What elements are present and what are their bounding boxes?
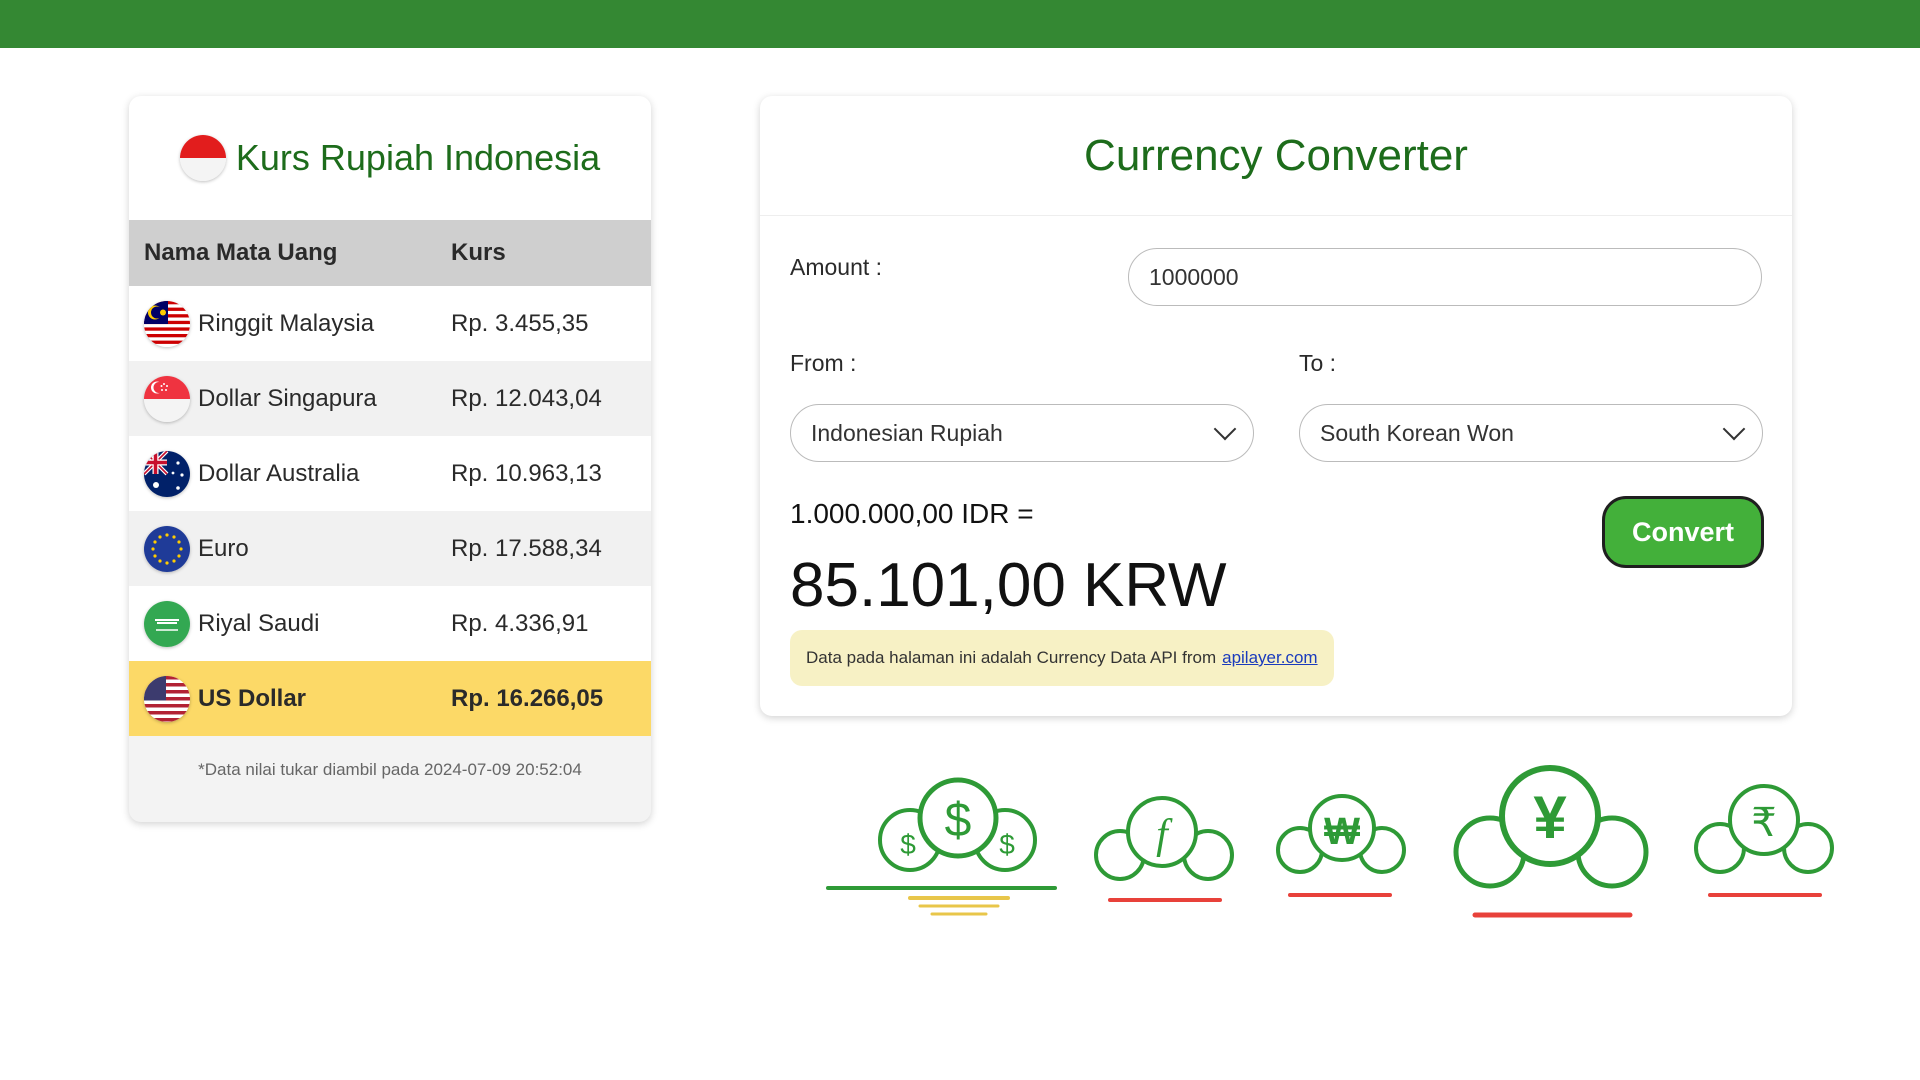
rupee-coins-icon: ₹ [1694,784,1834,897]
currency-coins-illustration: $ $ $ f ₩ ¥ ₹ [826,765,1834,918]
florin-coins-icon: f [1094,796,1234,902]
currency-name: Euro [198,534,249,562]
yen-coins-icon: ¥ [1453,765,1649,918]
apilayer-link[interactable]: apilayer.com [1222,648,1317,668]
svg-text:¥: ¥ [1533,784,1567,851]
table-row: Dollar Australia Rp. 10.963,13 [129,436,651,511]
amount-label: Amount : [790,254,883,280]
saudi-flag-icon [144,600,190,647]
exchange-rates-card: Kurs Rupiah Indonesia Nama Mata Uang Kur… [129,96,651,822]
svg-text:$: $ [999,829,1015,860]
api-note-text: Data pada halaman ini adalah Currency Da… [806,648,1217,667]
conversion-source-amount: 1.000.000,00 IDR = [790,498,1034,529]
to-label: To : [1299,350,1337,376]
converter-header: Currency Converter [760,96,1792,216]
rates-title: Kurs Rupiah Indonesia [235,137,601,178]
col-header-rate: Kurs [451,220,651,286]
from-label: From : [790,350,857,376]
conversion-result: 85.101,00 KRW [790,551,1227,620]
top-bar [0,0,1920,48]
currency-rate: Rp. 17.588,34 [451,511,651,586]
rates-timestamp-note: *Data nilai tukar diambil pada 2024-07-0… [198,760,582,779]
convert-button[interactable]: Convert [1602,496,1764,568]
svg-text:$: $ [900,829,916,860]
currency-converter-card: Currency Converter Amount : From : To : … [760,96,1792,716]
from-currency-select[interactable]: Indonesian Rupiah [790,404,1254,462]
currency-rate: Rp. 4.336,91 [451,586,651,661]
amount-input[interactable] [1149,263,1741,291]
currency-name: Dollar Australia [198,459,360,487]
singapore-flag-icon [144,375,190,422]
australia-flag-icon [144,450,190,497]
col-header-name: Nama Mata Uang [129,220,451,286]
to-currency-value: South Korean Won [1320,419,1514,446]
svg-text:₹: ₹ [1751,800,1776,846]
currency-name: Ringgit Malaysia [198,309,375,337]
table-row-highlighted: US Dollar Rp. 16.266,05 [129,661,651,736]
svg-text:$: $ [945,794,972,847]
converter-title: Currency Converter [1084,130,1468,180]
api-source-note: Data pada halaman ini adalah Currency Da… [790,630,1334,686]
amount-field-wrapper [1128,248,1762,306]
rates-table: Nama Mata Uang Kurs Ringgit Malaysia Rp.… [129,220,651,736]
won-coins-icon: ₩ [1276,794,1406,897]
currency-rate: Rp. 12.043,04 [451,361,651,436]
to-currency-select[interactable]: South Korean Won [1299,404,1763,462]
usa-flag-icon [144,675,190,722]
table-row: Riyal Saudi Rp. 4.336,91 [129,586,651,661]
chevron-down-icon [1722,417,1746,441]
chevron-down-icon [1213,417,1237,441]
currency-rate: Rp. 10.963,13 [451,436,651,511]
table-row: Euro Rp. 17.588,34 [129,511,651,586]
table-row: Dollar Singapura Rp. 12.043,04 [129,361,651,436]
svg-text:₩: ₩ [1324,811,1360,853]
rates-header: Kurs Rupiah Indonesia [129,96,651,220]
dollar-coins-icon: $ $ $ [826,777,1057,916]
currency-rate: Rp. 16.266,05 [451,661,651,736]
from-currency-value: Indonesian Rupiah [811,419,1003,446]
currency-name: Dollar Singapura [198,384,377,412]
currency-name: Riyal Saudi [198,609,320,637]
eu-flag-icon [144,525,190,572]
malaysia-flag-icon [144,300,190,347]
indonesia-flag-icon [179,135,226,181]
currency-rate: Rp. 3.455,35 [451,286,651,361]
currency-name: US Dollar [198,684,307,712]
table-row: Ringgit Malaysia Rp. 3.455,35 [129,286,651,361]
